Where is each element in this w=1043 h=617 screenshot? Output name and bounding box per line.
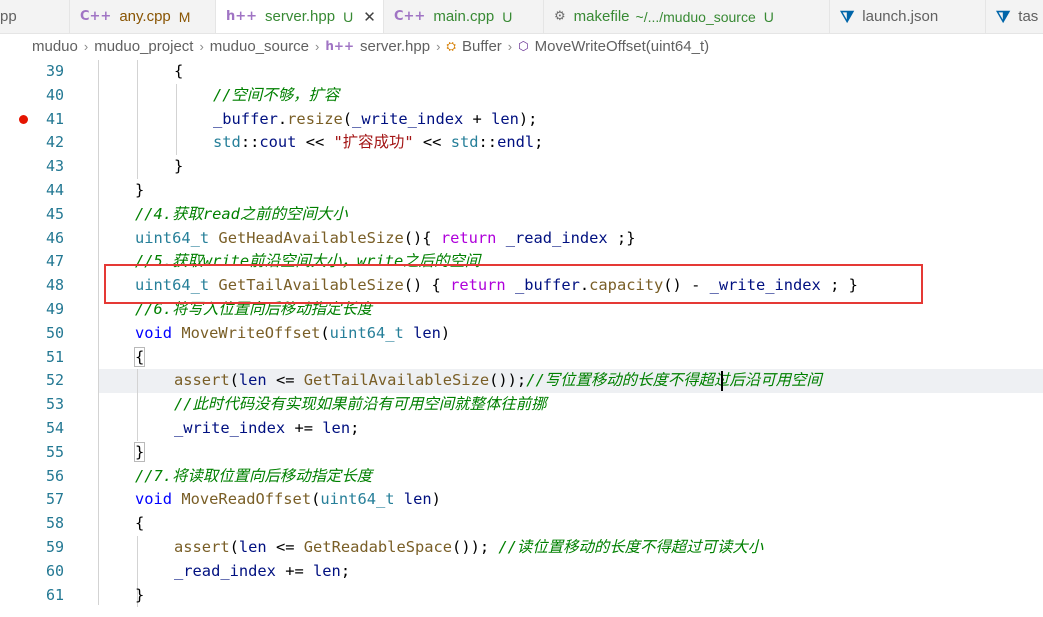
cpp-file-icon: C++ bbox=[80, 9, 112, 24]
code-line-46: uint64_t GetHeadAvailableSize(){ return … bbox=[135, 228, 636, 247]
code-line-51: { bbox=[133, 346, 146, 367]
tab-path: ~/.../muduo_source bbox=[635, 8, 756, 25]
code-line-60: _read_index += len; bbox=[174, 561, 351, 580]
breadcrumb-item[interactable]: muduo bbox=[32, 38, 78, 55]
code-line-43: } bbox=[174, 157, 184, 176]
breadcrumb-item[interactable]: muduo_project bbox=[94, 38, 193, 55]
tab-label: pp bbox=[0, 8, 17, 25]
chevron-right-icon: › bbox=[83, 38, 89, 54]
code-line-44: } bbox=[135, 181, 145, 199]
tab-any-cpp[interactable]: C++ any.cpp M bbox=[70, 0, 216, 33]
breadcrumb: muduo › muduo_project › muduo_source › h… bbox=[0, 34, 1043, 58]
code-line-42: std::cout << "扩容成功" << std::endl; bbox=[213, 133, 544, 152]
code-line-57: void MoveReadOffset(uint64_t len) bbox=[135, 490, 441, 509]
code-line-40: //空间不够，扩容 bbox=[213, 85, 340, 104]
tab-label: server.hpp bbox=[265, 8, 336, 25]
tab-launch-json[interactable]: ⧩ launch.json bbox=[830, 0, 986, 33]
code-line-45: //4.获取read之前的空间大小 bbox=[135, 204, 348, 223]
line-number: 42 bbox=[45, 133, 64, 152]
code-line-55: } bbox=[133, 441, 146, 462]
chevron-right-icon: › bbox=[315, 38, 320, 54]
line-number: 49 bbox=[45, 300, 64, 318]
line-number: 56 bbox=[45, 466, 64, 485]
tab-tasks[interactable]: ⧩ tas bbox=[986, 0, 1043, 33]
line-number: 40 bbox=[45, 85, 64, 104]
line-number: 45 bbox=[45, 204, 64, 223]
line-number: 57 bbox=[45, 490, 64, 509]
chevron-right-icon: › bbox=[199, 38, 204, 54]
line-number: 50 bbox=[45, 323, 64, 342]
code-line-58: { bbox=[135, 514, 145, 533]
tab-label: makefile bbox=[573, 8, 630, 25]
text-cursor bbox=[721, 371, 723, 391]
line-number: 53 bbox=[45, 395, 64, 414]
line-number: 54 bbox=[45, 419, 64, 437]
code-line-61: } bbox=[135, 585, 145, 604]
vscode-icon: ⧩ bbox=[996, 6, 1011, 26]
tab-label: any.cpp bbox=[119, 8, 171, 25]
tab-makefile[interactable]: ⚙ makefile ~/.../muduo_source U bbox=[544, 0, 830, 33]
class-icon: ⛭ bbox=[446, 38, 457, 53]
breadcrumb-item[interactable]: server.hpp bbox=[360, 38, 430, 55]
hpp-file-icon: h++ bbox=[226, 9, 258, 24]
chevron-right-icon: › bbox=[436, 38, 441, 54]
code-line-39: { bbox=[174, 62, 184, 80]
line-number: 60 bbox=[45, 561, 64, 580]
code-line-56: //7.将读取位置向后移动指定长度 bbox=[135, 466, 373, 485]
line-number: 55 bbox=[45, 442, 64, 461]
code-line-52: assert(len <= GetTailAvailableSize());//… bbox=[174, 371, 822, 390]
close-icon[interactable]: ✕ bbox=[363, 8, 376, 26]
chevron-right-icon: › bbox=[507, 38, 513, 54]
line-number: 41 bbox=[45, 109, 64, 128]
hpp-file-icon: h++ bbox=[325, 39, 355, 53]
breadcrumb-item[interactable]: muduo_source bbox=[210, 38, 309, 55]
vscode-icon: ⧩ bbox=[840, 6, 855, 26]
code-line-59: assert(len <= GetReadableSpace()); //读位置… bbox=[174, 538, 764, 556]
tab-partial[interactable]: pp bbox=[0, 0, 70, 33]
line-number: 59 bbox=[45, 538, 64, 556]
editor-tab-bar: pp C++ any.cpp M h++ server.hpp U ✕ C++ … bbox=[0, 0, 1043, 34]
git-status-badge: M bbox=[178, 8, 191, 25]
code-line-50: void MoveWriteOffset(uint64_t len) bbox=[135, 323, 451, 342]
git-status-badge: U bbox=[502, 8, 513, 25]
code-line-41: _buffer.resize(_write_index + len); bbox=[213, 109, 538, 128]
tab-label: main.cpp bbox=[433, 8, 495, 25]
line-number: 61 bbox=[45, 585, 64, 604]
highlight-box bbox=[104, 264, 923, 304]
line-number: 48 bbox=[45, 276, 64, 295]
line-number: 52 bbox=[45, 371, 64, 390]
method-cube-icon: ⬡ bbox=[518, 39, 529, 53]
code-editor[interactable]: 39 40 41 42 43 44 45 46 47 48 49 50 51 5… bbox=[0, 60, 1043, 617]
line-number: 44 bbox=[45, 181, 64, 199]
breadcrumb-item[interactable]: Buffer bbox=[462, 38, 502, 55]
line-number: 51 bbox=[45, 347, 64, 366]
tab-label: tas bbox=[1018, 8, 1039, 25]
line-number: 39 bbox=[45, 62, 64, 80]
makefile-icon: ⚙ bbox=[554, 9, 566, 24]
line-number: 58 bbox=[45, 514, 64, 533]
line-number: 47 bbox=[45, 252, 64, 271]
line-number: 43 bbox=[45, 157, 64, 176]
git-status-badge: U bbox=[343, 8, 354, 25]
git-status-badge: U bbox=[763, 8, 774, 25]
cpp-file-icon: C++ bbox=[394, 9, 426, 24]
breadcrumb-item[interactable]: MoveWriteOffset(uint64_t) bbox=[535, 38, 710, 55]
code-line-54: _write_index += len; bbox=[174, 419, 360, 437]
tab-main-cpp[interactable]: C++ main.cpp U bbox=[384, 0, 544, 33]
tab-label: launch.json bbox=[862, 8, 939, 25]
tab-server-hpp[interactable]: h++ server.hpp U ✕ bbox=[216, 0, 384, 33]
code-line-53: //此时代码没有实现如果前沿有可用空间就整体往前挪 bbox=[174, 395, 547, 414]
line-number: 46 bbox=[45, 228, 64, 247]
